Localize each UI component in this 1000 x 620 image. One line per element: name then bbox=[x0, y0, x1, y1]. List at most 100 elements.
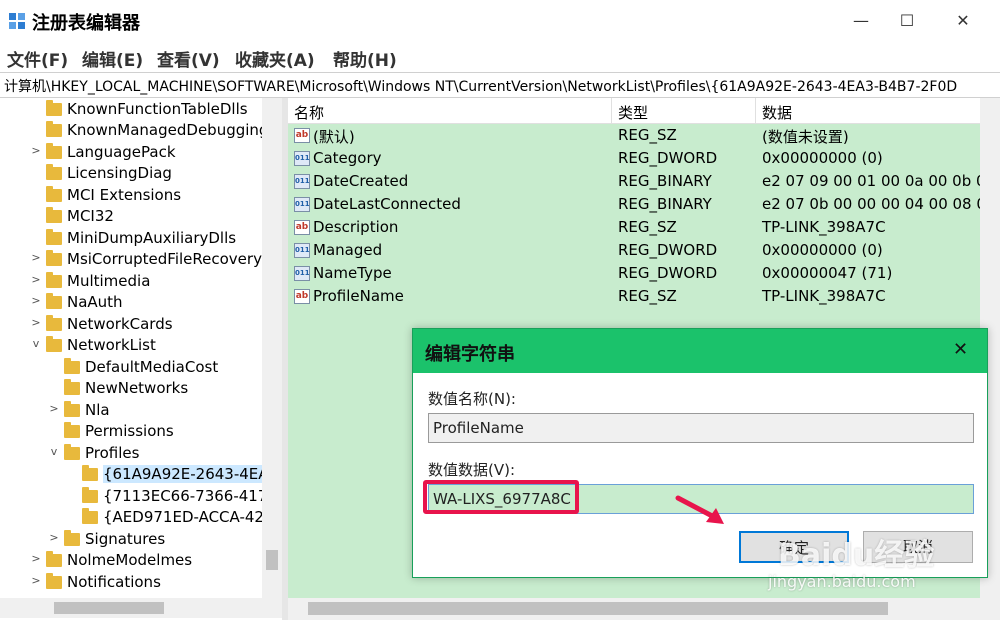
tree-item[interactable]: MCI Extensions bbox=[0, 186, 262, 207]
highlight-annotation-box bbox=[423, 480, 579, 514]
expander-icon[interactable]: v bbox=[30, 337, 42, 350]
tree-item-label: Profiles bbox=[85, 444, 140, 462]
tree-horizontal-scroll-thumb[interactable] bbox=[54, 602, 164, 614]
value-row[interactable]: ab (默认) REG_SZ (数值未设置) bbox=[288, 124, 1000, 147]
folder-icon bbox=[46, 272, 62, 288]
menu-file[interactable]: 文件(F) bbox=[7, 46, 68, 71]
expander-icon[interactable]: > bbox=[30, 294, 42, 307]
expander-icon[interactable]: > bbox=[30, 273, 42, 286]
menu-edit[interactable]: 编辑(E) bbox=[82, 46, 143, 71]
value-type: REG_SZ bbox=[618, 218, 677, 236]
tree-vertical-scroll-thumb[interactable] bbox=[266, 550, 278, 570]
folder-icon bbox=[82, 487, 98, 503]
value-type: REG_SZ bbox=[618, 126, 677, 144]
value-name: Category bbox=[313, 149, 382, 167]
folder-icon bbox=[46, 315, 62, 331]
dialog-title-bar[interactable]: 编辑字符串 ✕ bbox=[413, 329, 987, 373]
expander-icon[interactable]: v bbox=[48, 445, 60, 458]
tree-item-label: Notifications bbox=[67, 573, 161, 591]
tree-item[interactable]: Permissions bbox=[0, 422, 262, 443]
value-row[interactable]: ab ProfileName REG_SZ TP-LINK_398A7C bbox=[288, 285, 1000, 308]
tree-item[interactable]: KnownManagedDebugging bbox=[0, 121, 268, 142]
column-header-name[interactable]: 名称 bbox=[288, 98, 612, 124]
value-data-label: 数值数据(V): bbox=[428, 461, 516, 479]
values-horizontal-scrollbar[interactable] bbox=[288, 598, 1000, 620]
tree-item-label: LanguagePack bbox=[67, 143, 176, 161]
column-header-data[interactable]: 数据 bbox=[756, 98, 1000, 124]
folder-icon bbox=[46, 207, 62, 223]
tree-item[interactable]: > MsiCorruptedFileRecovery bbox=[0, 250, 262, 271]
value-row[interactable]: 011 Managed REG_DWORD 0x00000000 (0) bbox=[288, 239, 1000, 262]
value-row[interactable]: 011 NameType REG_DWORD 0x00000047 (71) bbox=[288, 262, 1000, 285]
menu-help[interactable]: 帮助(H) bbox=[333, 46, 397, 71]
value-type: REG_BINARY bbox=[618, 172, 712, 190]
tree-item[interactable]: v NetworkList bbox=[0, 336, 262, 357]
tree-item-label: MsiCorruptedFileRecovery bbox=[67, 250, 262, 268]
column-header-type[interactable]: 类型 bbox=[612, 98, 756, 124]
address-bar[interactable]: 计算机\HKEY_LOCAL_MACHINE\SOFTWARE\Microsof… bbox=[0, 72, 1000, 98]
value-data: (数值未设置) bbox=[762, 128, 849, 146]
tree-item[interactable]: > NolmeModelmes bbox=[0, 551, 262, 572]
tree-item-label: NaAuth bbox=[67, 293, 123, 311]
tree-item[interactable]: {AED971ED-ACCA-424 bbox=[0, 508, 274, 529]
tree-item-label: MCI Extensions bbox=[67, 186, 182, 204]
expander-icon[interactable]: > bbox=[30, 144, 42, 157]
tree-item[interactable]: > NetworkCards bbox=[0, 315, 262, 336]
value-data: TP-LINK_398A7C bbox=[762, 218, 886, 236]
binary-value-icon: 011 bbox=[294, 243, 310, 258]
value-row[interactable]: 011 DateLastConnected REG_BINARY e2 07 0… bbox=[288, 193, 1000, 216]
address-path[interactable]: 计算机\HKEY_LOCAL_MACHINE\SOFTWARE\Microsof… bbox=[4, 76, 957, 96]
tree-item-label: LicensingDiag bbox=[67, 164, 172, 182]
expander-icon[interactable]: > bbox=[48, 531, 60, 544]
tree-item[interactable]: > Signatures bbox=[0, 530, 262, 551]
tree-item[interactable]: > NaAuth bbox=[0, 293, 262, 314]
folder-icon bbox=[46, 143, 62, 159]
value-data: e2 07 0b 00 00 00 04 00 08 00 2b bbox=[762, 195, 1000, 213]
tree-item-selected[interactable]: {61A9A92E-2643-4EA bbox=[0, 465, 269, 486]
value-data: 0x00000000 (0) bbox=[762, 149, 883, 167]
tree-horizontal-scrollbar[interactable] bbox=[0, 598, 282, 618]
tree-item[interactable]: KnownFunctionTableDlls bbox=[0, 100, 262, 121]
value-type: REG_SZ bbox=[618, 287, 677, 305]
expander-icon[interactable]: > bbox=[30, 251, 42, 264]
binary-value-icon: 011 bbox=[294, 197, 310, 212]
value-row[interactable]: 011 Category REG_DWORD 0x00000000 (0) bbox=[288, 147, 1000, 170]
menu-favorites[interactable]: 收藏夹(A) bbox=[235, 46, 315, 71]
tree-item[interactable]: > LanguagePack bbox=[0, 143, 262, 164]
expander-icon[interactable]: > bbox=[30, 552, 42, 565]
tree-item[interactable]: DefaultMediaCost bbox=[0, 358, 262, 379]
dialog-close-icon[interactable]: ✕ bbox=[953, 339, 968, 360]
expander-icon[interactable]: > bbox=[30, 574, 42, 587]
dialog-title: 编辑字符串 bbox=[425, 344, 515, 365]
value-name-field: ProfileName bbox=[428, 413, 974, 443]
value-data: TP-LINK_398A7C bbox=[762, 287, 886, 305]
string-value-icon: ab bbox=[294, 289, 310, 304]
folder-icon bbox=[82, 465, 98, 481]
expander-icon[interactable]: > bbox=[30, 316, 42, 329]
values-horizontal-scroll-thumb[interactable] bbox=[308, 602, 888, 615]
tree-item-label: KnownFunctionTableDlls bbox=[67, 100, 248, 118]
tree-item[interactable]: > Nla bbox=[0, 401, 262, 422]
tree-item[interactable]: MCI32 bbox=[0, 207, 262, 228]
tree-item[interactable]: MiniDumpAuxiliaryDlls bbox=[0, 229, 262, 250]
tree-item[interactable]: NewNetworks bbox=[0, 379, 262, 400]
tree-item[interactable]: LicensingDiag bbox=[0, 164, 262, 185]
minimize-button[interactable]: — bbox=[838, 0, 884, 42]
folder-icon bbox=[46, 164, 62, 180]
tree-item[interactable]: > Multimedia bbox=[0, 272, 262, 293]
tree-item[interactable]: > Notifications bbox=[0, 573, 262, 594]
value-type: REG_DWORD bbox=[618, 149, 718, 167]
value-row[interactable]: 011 DateCreated REG_BINARY e2 07 09 00 0… bbox=[288, 170, 1000, 193]
tree-vertical-scrollbar[interactable] bbox=[262, 98, 282, 598]
expander-icon[interactable]: > bbox=[48, 402, 60, 415]
menu-view[interactable]: 查看(V) bbox=[157, 46, 220, 71]
pointer-arrow-annotation bbox=[675, 495, 724, 524]
close-button[interactable]: ✕ bbox=[940, 0, 986, 42]
watermark-logo: Baidu经验 bbox=[778, 538, 935, 573]
folder-icon bbox=[64, 358, 80, 374]
value-row[interactable]: ab Description REG_SZ TP-LINK_398A7C bbox=[288, 216, 1000, 239]
tree-item[interactable]: {7113EC66-7366-4174 bbox=[0, 487, 277, 508]
maximize-button[interactable]: ☐ bbox=[884, 0, 930, 42]
registry-app-icon bbox=[9, 13, 25, 29]
tree-item[interactable]: v Profiles bbox=[0, 444, 262, 465]
